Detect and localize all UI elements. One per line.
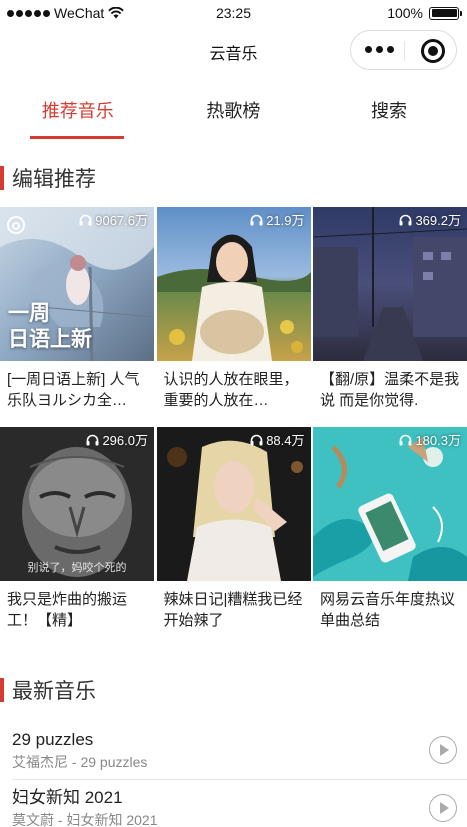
cover-caption: 一周 日语上新	[8, 302, 92, 351]
headphones-icon	[250, 214, 263, 225]
playlist-cover[interactable]: 9067.6万 一周 日语上新	[0, 207, 154, 361]
cover-image	[313, 427, 467, 581]
song-subtitle: 莫文蔚 - 妇女新知 2021	[12, 812, 158, 827]
song-title: 29 puzzles	[12, 730, 94, 749]
playlist-title[interactable]: 认识的人放在眼里，重要的人放在…	[157, 369, 311, 411]
song-title: 妇女新知 2021	[12, 788, 123, 807]
playlist-title[interactable]: 【翻/原】温柔不是我说 而是你觉得.	[313, 369, 467, 411]
mini-program-capsule	[350, 30, 457, 70]
play-count: 21.9万	[250, 210, 305, 229]
play-count-value: 21.9万	[266, 213, 305, 228]
play-count: 180.3万	[399, 430, 461, 449]
section-title-newest: 最新音乐	[12, 680, 96, 703]
tab-hot-songs[interactable]: 热歌榜	[156, 98, 312, 138]
play-count-value: 9067.6万	[95, 213, 148, 228]
cover-image	[0, 427, 154, 581]
play-count: 88.4万	[250, 430, 305, 449]
playlist-cover[interactable]: 180.3万	[313, 427, 467, 581]
play-count: 369.2万	[399, 210, 461, 229]
headphones-icon	[399, 434, 412, 445]
cover-subtitle: 别说了，妈咬个死的	[27, 562, 127, 574]
headphones-icon	[86, 434, 99, 445]
play-count: 296.0万	[86, 430, 148, 449]
section-title-recommended: 编辑推荐	[12, 168, 96, 191]
play-count-value: 296.0万	[102, 433, 148, 448]
play-icon[interactable]	[429, 794, 457, 822]
playlist-cover[interactable]: 369.2万	[313, 207, 467, 361]
status-bar: WeChat 23:25 100%	[0, 0, 467, 26]
song-item[interactable]: 妇女新知 2021 莫文蔚 - 妇女新知 2021	[12, 787, 467, 827]
cover-image	[313, 207, 467, 361]
playlist-cover[interactable]: 88.4万	[156, 427, 311, 581]
headphones-icon	[250, 434, 263, 445]
close-icon[interactable]	[421, 39, 445, 63]
play-count-value: 180.3万	[415, 433, 461, 448]
status-right: 100%	[387, 5, 462, 21]
tab-recommend[interactable]: 推荐音乐	[0, 98, 156, 138]
section-accent-bar	[0, 678, 4, 702]
capsule-divider	[404, 41, 405, 61]
song-subtitle: 艾福杰尼 - 29 puzzles	[12, 754, 148, 770]
playlist-title[interactable]: 网易云音乐年度热议单曲总结	[313, 589, 467, 631]
playlist-card[interactable]: 296.0万 别说了，妈咬个死的 我只是炸曲的搬运工！【精】	[0, 427, 154, 631]
tab-active-indicator	[30, 136, 124, 139]
play-count: 9067.6万	[79, 210, 148, 229]
headphones-icon	[399, 214, 412, 225]
play-icon[interactable]	[429, 736, 457, 764]
playlist-title[interactable]: 我只是炸曲的搬运工！【精】	[0, 589, 154, 631]
battery-icon	[429, 6, 462, 20]
play-count-value: 88.4万	[266, 433, 305, 448]
playlist-card[interactable]: 88.4万 辣妹日记|糟糕我已经开始辣了	[156, 427, 311, 631]
playlist-cover[interactable]: 21.9万	[156, 207, 311, 361]
playlist-card[interactable]: 369.2万 【翻/原】温柔不是我说 而是你觉得.	[313, 207, 467, 411]
tab-bar: 推荐音乐 热歌榜 搜索	[0, 98, 467, 138]
cover-image	[156, 427, 311, 581]
battery-percent: 100%	[387, 5, 423, 21]
more-icon[interactable]	[365, 46, 394, 53]
tab-search[interactable]: 搜索	[311, 98, 467, 138]
playlist-card[interactable]: 21.9万 认识的人放在眼里，重要的人放在…	[156, 207, 311, 411]
netease-logo-icon	[7, 216, 25, 234]
play-count-value: 369.2万	[415, 213, 461, 228]
playlist-title[interactable]: [一周日语上新] 人气乐队ヨルシカ全…	[0, 369, 154, 411]
section-newest-header: 最新音乐	[0, 677, 96, 703]
playlist-card[interactable]: 180.3万 网易云音乐年度热议单曲总结	[313, 427, 467, 631]
section-accent-bar	[0, 166, 4, 190]
song-divider	[12, 779, 467, 780]
playlist-title[interactable]: 辣妹日记|糟糕我已经开始辣了	[157, 589, 311, 631]
playlist-cover[interactable]: 296.0万 别说了，妈咬个死的	[0, 427, 154, 581]
playlist-card[interactable]: 9067.6万 一周 日语上新 [一周日语上新] 人气乐队ヨルシカ全…	[0, 207, 154, 411]
headphones-icon	[79, 214, 92, 225]
cover-image	[156, 207, 311, 361]
section-recommended-header: 编辑推荐	[0, 165, 96, 191]
